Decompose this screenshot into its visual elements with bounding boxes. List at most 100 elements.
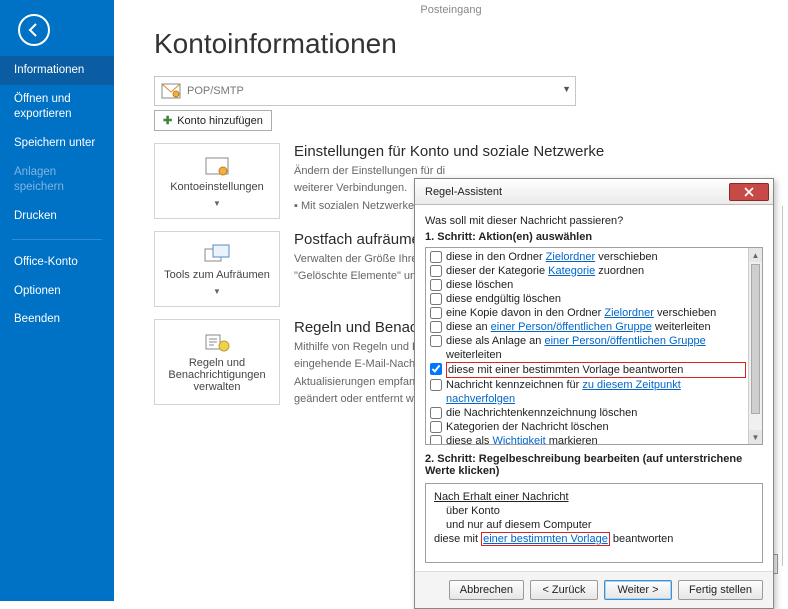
action-text: die Nachrichtenkennzeichnung löschen xyxy=(446,406,637,420)
card-label: Tools zum Aufräumen xyxy=(164,269,270,281)
next-button[interactable]: Weiter > xyxy=(604,580,672,600)
nav-separator xyxy=(12,239,102,240)
nav-office-konto[interactable]: Office-Konto xyxy=(0,248,114,277)
nav-anlagen-speichern: Anlagen speichern xyxy=(0,158,114,202)
nav-optionen[interactable]: Optionen xyxy=(0,277,114,306)
card-tools-aufraeumen[interactable]: Tools zum Aufräumen ▼ xyxy=(154,231,280,307)
close-button[interactable] xyxy=(729,183,769,201)
action-checkbox[interactable] xyxy=(430,407,442,419)
dialog-buttons: Abbrechen < Zurück Weiter > Fertig stell… xyxy=(415,571,773,608)
sidebar: Informationen Öffnen und exportieren Spe… xyxy=(0,0,114,601)
section-title-1: Einstellungen für Konto und soziale Netz… xyxy=(294,143,778,160)
plus-icon: ✚ xyxy=(163,114,172,127)
desc-line: Nach Erhalt einer Nachricht xyxy=(434,490,754,504)
add-account-label: Konto hinzufügen xyxy=(177,115,263,127)
action-checkbox[interactable] xyxy=(430,363,442,375)
rule-wizard-dialog: Regel-Assistent Was soll mit dieser Nach… xyxy=(414,178,774,609)
nav-oeffnen-exportieren[interactable]: Öffnen und exportieren xyxy=(0,85,114,129)
dialog-question: Was soll mit dieser Nachricht passieren? xyxy=(425,215,763,227)
action-item[interactable]: dieser der Kategorie Kategorie zuordnen xyxy=(430,264,748,278)
desc-line: diese mit einer bestimmten Vorlage beant… xyxy=(434,532,754,546)
action-item[interactable]: die Nachrichtenkennzeichnung löschen xyxy=(430,406,748,420)
action-checkbox[interactable] xyxy=(430,435,442,445)
action-checkbox[interactable] xyxy=(430,307,442,319)
cleanup-icon xyxy=(203,243,231,265)
nav-primary: Informationen Öffnen und exportieren Spe… xyxy=(0,56,114,334)
settings-icon xyxy=(203,155,231,177)
action-checkbox[interactable] xyxy=(430,293,442,305)
card-kontoeinstellungen[interactable]: Kontoeinstellungen ▼ xyxy=(154,143,280,219)
scroll-thumb[interactable] xyxy=(751,264,760,414)
action-link[interactable]: Wichtigkeit xyxy=(492,435,545,445)
action-checkbox[interactable] xyxy=(430,335,442,347)
template-link[interactable]: einer bestimmten Vorlage xyxy=(481,532,610,546)
action-checkbox[interactable] xyxy=(430,321,442,333)
action-item[interactable]: diese mit einer bestimmten Vorlage beant… xyxy=(430,362,748,378)
action-link[interactable]: Zielordner xyxy=(604,307,654,319)
scroll-up-icon[interactable]: ▲ xyxy=(749,248,762,262)
action-text: diese als Anlage an einer Person/öffentl… xyxy=(446,334,748,362)
nav-drucken[interactable]: Drucken xyxy=(0,202,114,231)
action-text: diese löschen xyxy=(446,278,513,292)
card-regeln-benachrichtigungen[interactable]: Regeln und Benachrichtigungen verwalten xyxy=(154,319,280,405)
scrollbar[interactable]: ▲ ▼ xyxy=(748,248,762,444)
account-type-label: POP/SMTP xyxy=(187,85,244,97)
action-item[interactable]: Kategorien der Nachricht löschen xyxy=(430,420,748,434)
card-label: Kontoeinstellungen xyxy=(170,181,264,193)
action-checkbox[interactable] xyxy=(430,251,442,263)
action-checkbox[interactable] xyxy=(430,265,442,277)
back-button[interactable] xyxy=(18,14,50,46)
step1-label: 1. Schritt: Aktion(en) auswählen xyxy=(425,231,763,243)
nav-beenden[interactable]: Beenden xyxy=(0,305,114,334)
chevron-down-icon: ▼ xyxy=(562,84,571,94)
action-checkbox[interactable] xyxy=(430,279,442,291)
close-icon xyxy=(744,187,754,197)
action-text: diese in den Ordner Zielordner verschieb… xyxy=(446,250,658,264)
action-item[interactable]: diese in den Ordner Zielordner verschieb… xyxy=(430,250,748,264)
account-icon xyxy=(161,81,181,101)
action-link[interactable]: Zielordner xyxy=(546,251,596,263)
dialog-title: Regel-Assistent xyxy=(425,186,729,198)
action-text: dieser der Kategorie Kategorie zuordnen xyxy=(446,264,644,278)
action-item[interactable]: eine Kopie davon in den Ordner Zielordne… xyxy=(430,306,748,320)
action-item[interactable]: diese als Anlage an einer Person/öffentl… xyxy=(430,334,748,362)
action-text: diese endgültig löschen xyxy=(446,292,561,306)
arrow-left-icon xyxy=(26,22,42,38)
action-checkbox[interactable] xyxy=(430,421,442,433)
action-link[interactable]: Kategorie xyxy=(548,265,595,277)
action-text: eine Kopie davon in den Ordner Zielordne… xyxy=(446,306,716,320)
action-link[interactable]: einer Person/öffentlichen Gruppe xyxy=(491,321,652,333)
action-link[interactable]: zu diesem Zeitpunkt nachverfolgen xyxy=(446,379,681,405)
action-text: Nachricht kennzeichnen für zu diesem Zei… xyxy=(446,378,748,406)
chevron-down-icon: ▼ xyxy=(213,199,221,208)
desc-line: und nur auf diesem Computer xyxy=(446,518,754,532)
cancel-button[interactable]: Abbrechen xyxy=(449,580,524,600)
scroll-down-icon[interactable]: ▼ xyxy=(749,430,762,444)
back-button[interactable]: < Zurück xyxy=(530,580,598,600)
account-dropdown[interactable]: POP/SMTP ▼ xyxy=(154,76,576,106)
window-title: Posteingang xyxy=(114,0,788,20)
nav-speichern-unter[interactable]: Speichern unter xyxy=(0,129,114,158)
action-text: Kategorien der Nachricht löschen xyxy=(446,420,609,434)
action-item[interactable]: Nachricht kennzeichnen für zu diesem Zei… xyxy=(430,378,748,406)
action-text: diese mit einer bestimmten Vorlage beant… xyxy=(446,362,746,378)
rules-icon xyxy=(203,331,231,353)
actions-listbox[interactable]: diese in den Ordner Zielordner verschieb… xyxy=(425,247,763,445)
desc-line: über Konto xyxy=(446,504,754,518)
step2-label: 2. Schritt: Regelbeschreibung bearbeiten… xyxy=(425,453,763,477)
finish-button[interactable]: Fertig stellen xyxy=(678,580,763,600)
add-account-button[interactable]: ✚ Konto hinzufügen xyxy=(154,110,272,131)
nav-informationen[interactable]: Informationen xyxy=(0,56,114,85)
page-heading: Kontoinformationen xyxy=(154,28,778,60)
action-link[interactable]: einer Person/öffentlichen Gruppe xyxy=(544,335,705,347)
rule-description-box[interactable]: Nach Erhalt einer Nachricht über Konto u… xyxy=(425,483,763,563)
action-checkbox[interactable] xyxy=(430,379,442,391)
action-text: diese als Wichtigkeit markieren xyxy=(446,434,598,445)
action-item[interactable]: diese an einer Person/öffentlichen Grupp… xyxy=(430,320,748,334)
dialog-titlebar: Regel-Assistent xyxy=(415,179,773,205)
action-item[interactable]: diese als Wichtigkeit markieren xyxy=(430,434,748,445)
action-item[interactable]: diese löschen xyxy=(430,278,748,292)
chevron-down-icon: ▼ xyxy=(213,287,221,296)
card-label: Regeln und Benachrichtigungen verwalten xyxy=(159,357,275,393)
action-item[interactable]: diese endgültig löschen xyxy=(430,292,748,306)
